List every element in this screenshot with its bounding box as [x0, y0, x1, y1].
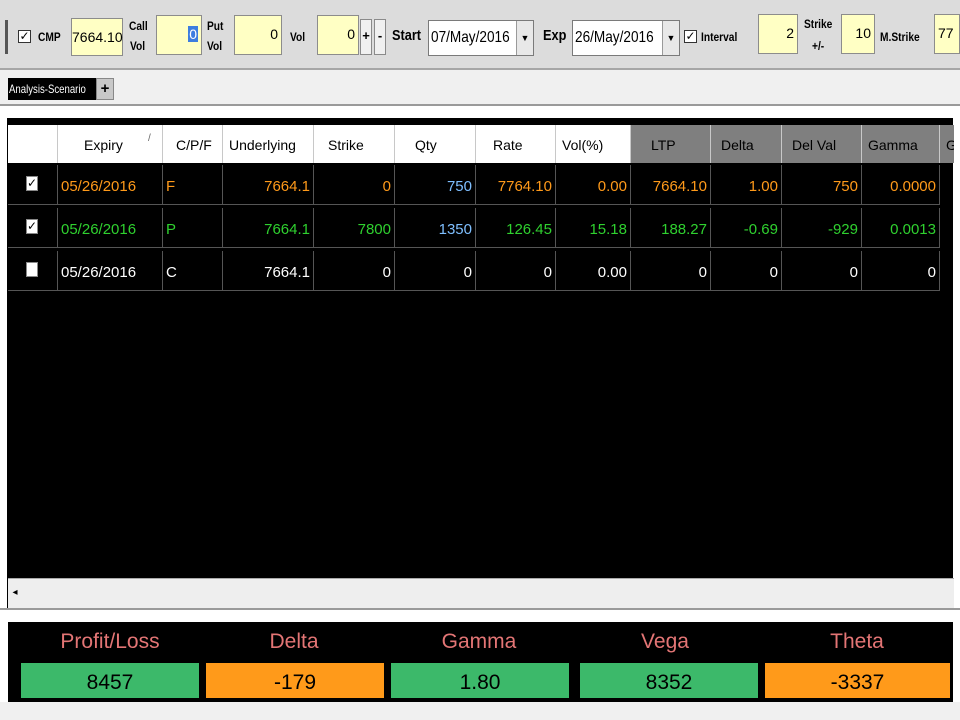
start-date-value: 07/May/2016: [431, 29, 510, 46]
cell-underlying: 7664.1: [223, 165, 314, 205]
plus-button[interactable]: +: [360, 19, 372, 55]
interval-input[interactable]: 2: [758, 14, 798, 54]
cell-gamma: 0: [862, 251, 940, 291]
cell-delval: -929: [782, 208, 862, 248]
cell-cpf: P: [163, 208, 223, 248]
cell-vol: 0.00: [556, 165, 631, 205]
add-tab-button[interactable]: +: [96, 78, 114, 100]
tab-strip: [0, 70, 960, 106]
summary-label-theta: Theta: [830, 630, 884, 653]
put-vol-label-line2: Vol: [207, 39, 223, 53]
mstrike-label: M.Strike: [880, 30, 920, 44]
summary-value-theta: -3337: [765, 663, 950, 698]
sort-indicator-icon: /: [148, 133, 151, 144]
strike-label-line1: Strike: [804, 17, 833, 31]
summary-value-delta: -179: [206, 663, 384, 698]
header-g-partial[interactable]: G: [940, 125, 954, 163]
row-checkbox[interactable]: [26, 262, 38, 277]
summary-value-gamma: 1.80: [391, 663, 569, 698]
cell-cpf: C: [163, 251, 223, 291]
strike-input[interactable]: 10: [841, 14, 875, 54]
exp-date-value: 26/May/2016: [575, 29, 654, 46]
cell-ltp: 0: [631, 251, 711, 291]
cell-gamma: 0.0013: [862, 208, 940, 248]
cmp-checkbox[interactable]: ✓: [18, 30, 31, 43]
header-qty[interactable]: Qty: [395, 125, 476, 163]
scroll-left-icon[interactable]: ◂: [8, 580, 22, 606]
vol-input[interactable]: 0: [317, 15, 359, 55]
cmp-input[interactable]: 7664.10: [71, 18, 123, 56]
cell-rate: 0: [476, 251, 556, 291]
interval-checkbox[interactable]: ✓: [684, 30, 697, 43]
cell-strike: 7800: [314, 208, 395, 248]
cell-delta: -0.69: [711, 208, 782, 248]
vol-label: Vol: [290, 30, 306, 44]
cell-qty: 1350: [395, 208, 476, 248]
header-strike[interactable]: Strike: [314, 125, 395, 163]
header-select: [8, 125, 58, 163]
header-expiry[interactable]: Expiry /: [58, 125, 163, 163]
header-underlying[interactable]: Underlying: [223, 125, 314, 163]
summary-label-profit-loss: Profit/Loss: [60, 630, 160, 653]
cell-expiry: 05/26/2016: [58, 165, 163, 205]
cell-delval: 750: [782, 165, 862, 205]
strike-label-line2: +/-: [812, 39, 825, 53]
call-vol-value: 0: [188, 26, 198, 42]
cell-rate: 126.45: [476, 208, 556, 248]
summary-label-gamma: Gamma: [441, 630, 517, 653]
tab-divider: [0, 104, 960, 106]
header-ltp[interactable]: LTP: [631, 125, 711, 163]
cell-delta: 1.00: [711, 165, 782, 205]
call-vol-input[interactable]: 0: [156, 15, 202, 55]
cell-gamma: 0.0000: [862, 165, 940, 205]
cell-delta: 0: [711, 251, 782, 291]
start-date-dropdown-icon[interactable]: ▼: [516, 21, 533, 55]
summary-value-profit-loss: 8457: [21, 663, 199, 698]
cell-vol: 0.00: [556, 251, 631, 291]
summary-label-delta: Delta: [269, 630, 319, 653]
header-delta[interactable]: Delta: [711, 125, 782, 163]
cell-ltp: 188.27: [631, 208, 711, 248]
cell-expiry: 05/26/2016: [58, 251, 163, 291]
row-checkbox[interactable]: ✓: [26, 219, 38, 234]
exp-date-dropdown-icon[interactable]: ▼: [662, 21, 679, 55]
row-checkbox[interactable]: ✓: [26, 176, 38, 191]
header-gamma[interactable]: Gamma: [862, 125, 940, 163]
cell-qty: 750: [395, 165, 476, 205]
toolbar-grip: [5, 20, 8, 54]
cell-strike: 0: [314, 251, 395, 291]
header-delval[interactable]: Del Val: [782, 125, 862, 163]
cmp-label: CMP: [38, 30, 61, 44]
status-strip: [0, 702, 960, 720]
tab-analysis-scenario-label: Analysis-Scenario: [9, 82, 86, 96]
mstrike-input[interactable]: 77: [934, 14, 960, 54]
cell-expiry: 05/26/2016: [58, 208, 163, 248]
tab-analysis-scenario[interactable]: Analysis-Scenario: [8, 78, 97, 100]
header-vol[interactable]: Vol(%): [556, 125, 631, 163]
minus-button[interactable]: -: [374, 19, 386, 55]
header-expiry-label: Expiry: [84, 137, 123, 153]
header-cpf[interactable]: C/P/F: [163, 125, 223, 163]
cell-qty: 0: [395, 251, 476, 291]
cell-strike: 0: [314, 165, 395, 205]
summary-label-vega: Vega: [641, 630, 689, 653]
cell-delval: 0: [782, 251, 862, 291]
start-label: Start: [392, 27, 422, 44]
call-vol-label-line1: Call: [129, 19, 148, 33]
put-vol-label-line1: Put: [207, 19, 224, 33]
horizontal-scrollbar[interactable]: [8, 578, 954, 609]
summary-value-vega: 8352: [580, 663, 758, 698]
header-rate[interactable]: Rate: [476, 125, 556, 163]
cell-vol: 15.18: [556, 208, 631, 248]
cell-rate: 7764.10: [476, 165, 556, 205]
cell-cpf: F: [163, 165, 223, 205]
cell-ltp: 7664.10: [631, 165, 711, 205]
cell-underlying: 7664.1: [223, 208, 314, 248]
exp-label: Exp: [543, 27, 567, 44]
cell-underlying: 7664.1: [223, 251, 314, 291]
grid-divider: [0, 608, 960, 610]
call-vol-label-line2: Vol: [130, 39, 146, 53]
interval-label: Interval: [701, 30, 738, 44]
put-vol-input[interactable]: 0: [234, 15, 282, 55]
